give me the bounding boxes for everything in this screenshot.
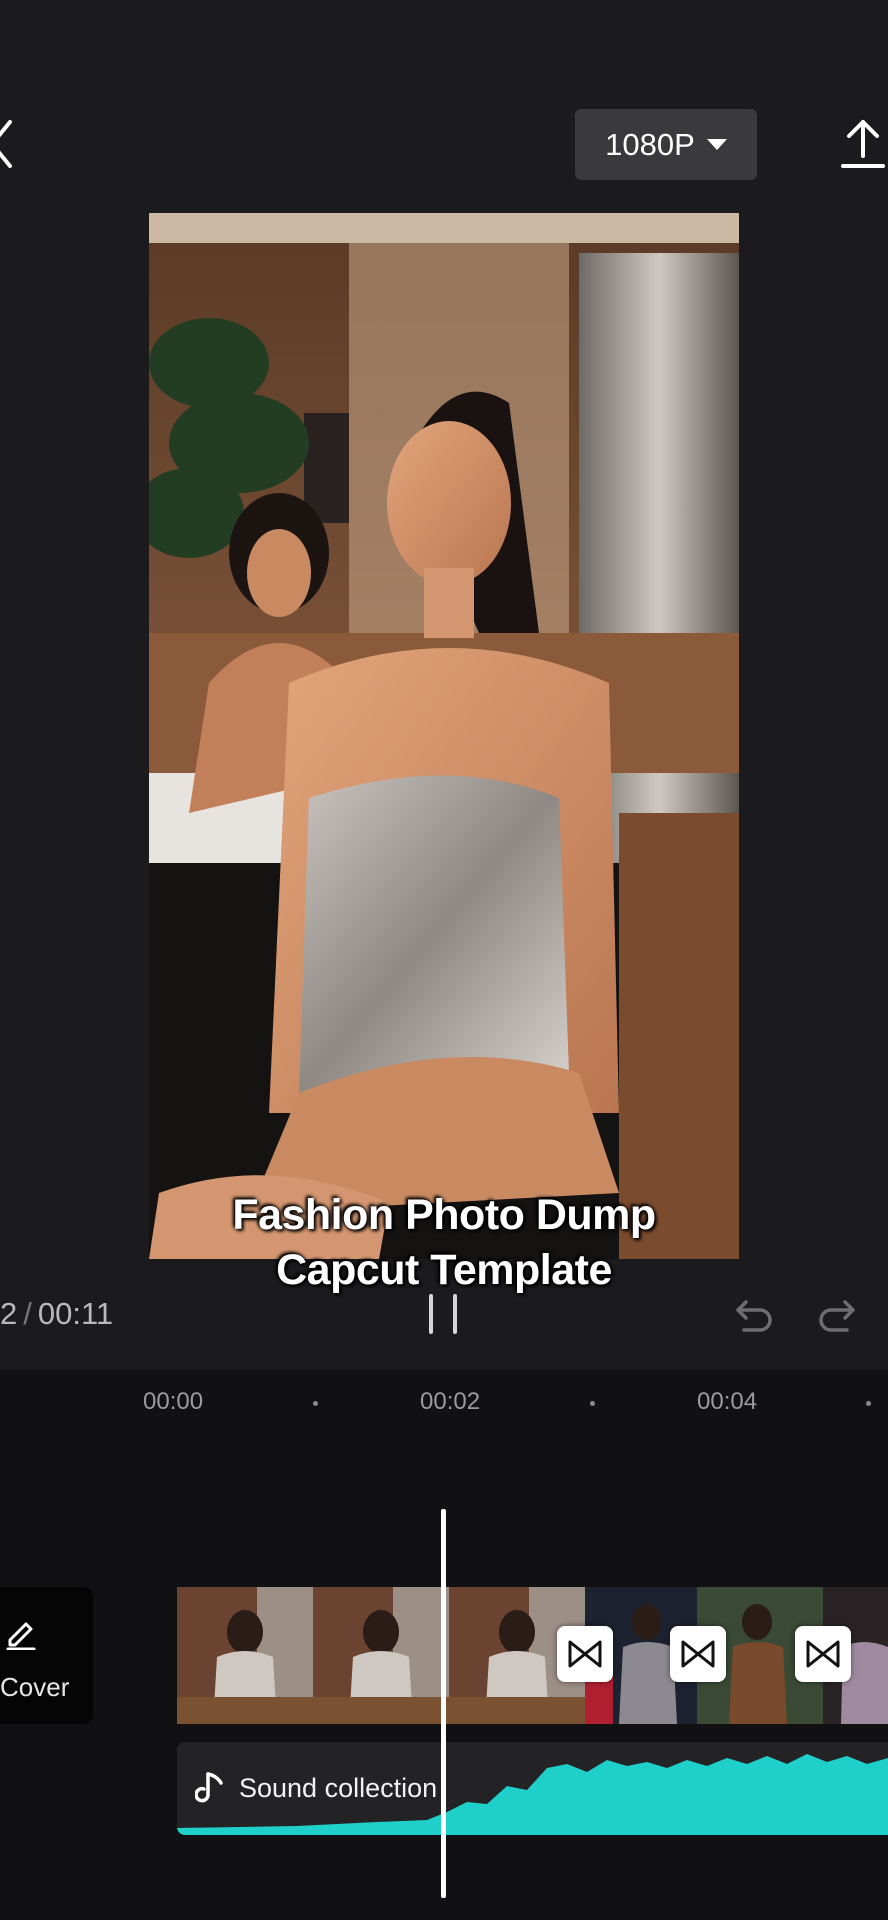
export-button[interactable] bbox=[838, 116, 888, 172]
chevron-left-icon bbox=[0, 120, 12, 168]
redo-button[interactable] bbox=[815, 1296, 859, 1336]
clip-thumbnails bbox=[177, 1587, 888, 1724]
back-button[interactable] bbox=[0, 118, 26, 170]
ruler-dot bbox=[866, 1401, 871, 1406]
ruler-label: 00:00 bbox=[143, 1388, 204, 1415]
pause-icon-bar bbox=[453, 1294, 457, 1334]
playback-time: 2/00:11 bbox=[0, 1296, 113, 1332]
current-time: 2 bbox=[0, 1296, 18, 1331]
total-time: 00:11 bbox=[37, 1296, 114, 1331]
transition-icon bbox=[568, 1640, 602, 1668]
playhead[interactable] bbox=[441, 1509, 446, 1898]
music-note-icon bbox=[195, 1772, 223, 1803]
caption-line-2: Capcut Template bbox=[276, 1246, 612, 1294]
resolution-dropdown[interactable]: 1080P bbox=[575, 109, 757, 180]
video-preview[interactable] bbox=[149, 213, 739, 1259]
transition-icon bbox=[681, 1640, 715, 1668]
undo-icon bbox=[736, 1300, 772, 1332]
time-separator: / bbox=[23, 1296, 32, 1331]
cover-label: Cover bbox=[0, 1672, 70, 1702]
transition-button[interactable] bbox=[670, 1626, 726, 1682]
ruler-label: 00:04 bbox=[697, 1388, 758, 1415]
transition-button[interactable] bbox=[795, 1626, 851, 1682]
clip-thumbnail bbox=[313, 1587, 449, 1724]
clip-thumbnail bbox=[177, 1587, 313, 1724]
redo-icon bbox=[819, 1300, 855, 1332]
audio-track[interactable]: Sound collection bbox=[177, 1742, 888, 1835]
ruler-label: 00:02 bbox=[420, 1388, 481, 1415]
preview-photo bbox=[149, 213, 739, 1259]
pencil-icon bbox=[6, 1622, 36, 1650]
upload-icon bbox=[841, 120, 885, 168]
pause-icon bbox=[429, 1294, 433, 1334]
transition-icon bbox=[806, 1640, 840, 1668]
audio-label: Sound collection bbox=[239, 1773, 438, 1803]
undo-button[interactable] bbox=[732, 1296, 776, 1336]
caption-line-1: Fashion Photo Dump bbox=[232, 1191, 656, 1239]
pause-button[interactable] bbox=[427, 1294, 461, 1334]
ruler-dot bbox=[590, 1401, 595, 1406]
caret-down-icon bbox=[706, 139, 727, 150]
video-clip-track[interactable] bbox=[177, 1587, 888, 1724]
video-caption: Fashion Photo Dump Capcut Template bbox=[149, 1188, 739, 1298]
cover-button[interactable]: Cover bbox=[0, 1587, 93, 1724]
transition-button[interactable] bbox=[557, 1626, 613, 1682]
ruler-dot bbox=[313, 1401, 318, 1406]
resolution-label: 1080P bbox=[605, 126, 695, 162]
